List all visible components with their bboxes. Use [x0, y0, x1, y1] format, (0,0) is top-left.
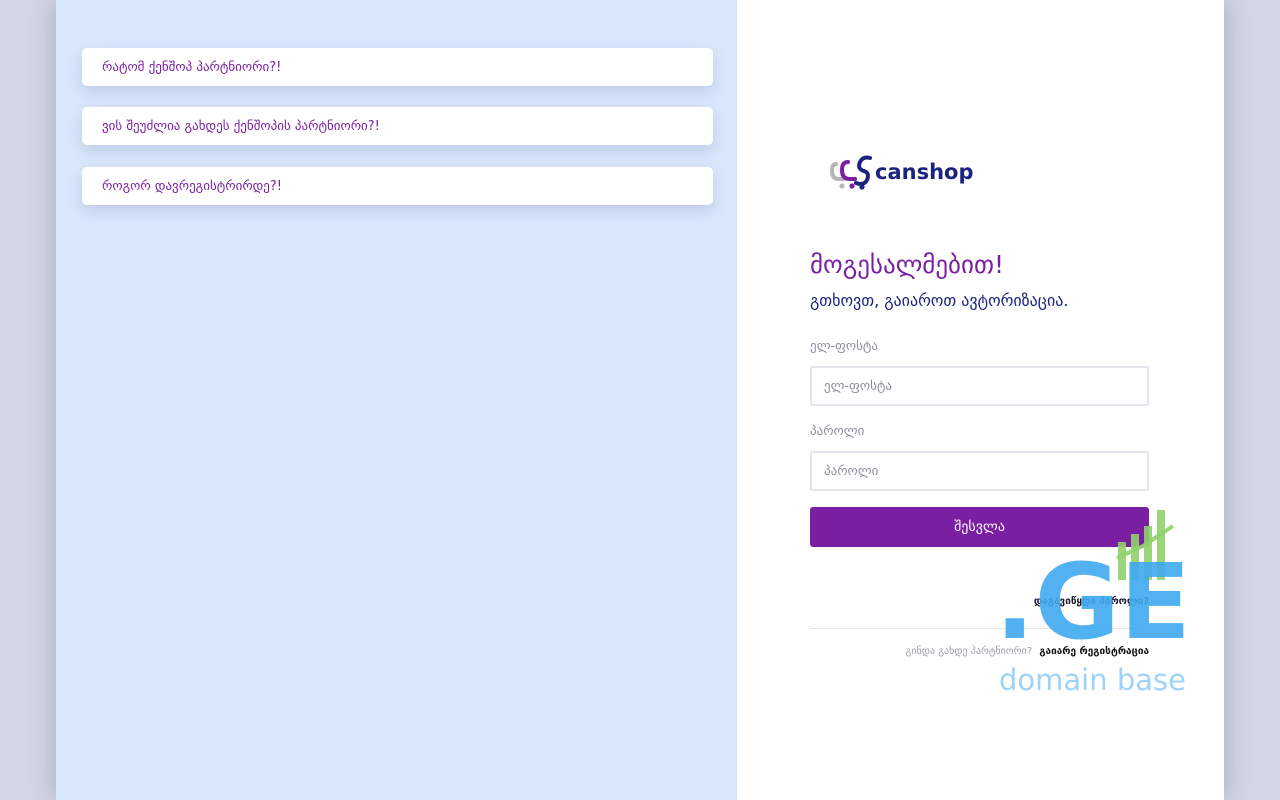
faq-panel: რატომ ქენშოპ პარტნიორი?! ვის შეუძლია გახ…	[56, 0, 737, 800]
register-link[interactable]: გაიარე რეგისტრაცია	[1039, 646, 1149, 657]
logo-wordmark: canshop	[875, 160, 973, 184]
faq-item-why-partner[interactable]: რატომ ქენშოპ პარტნიორი?!	[82, 48, 713, 86]
partner-register-line: გინდა გახდე პარტნიორი? გაიარე რეგისტრაცი…	[810, 646, 1149, 657]
watermark-bar-1	[1118, 542, 1126, 580]
partner-question: გინდა გახდე პარტნიორი?	[905, 646, 1033, 657]
password-label: პაროლი	[810, 424, 865, 439]
welcome-heading: მოგესალმებით!	[810, 250, 1004, 279]
password-field[interactable]	[810, 451, 1149, 491]
faq-item-label: რატომ ქენშოპ პარტნიორი?!	[102, 59, 282, 75]
faq-item-label: როგორ დავრეგისტრირდე?!	[102, 178, 283, 194]
faq-item-who-can-become-partner[interactable]: ვის შეუძლია გახდეს ქენშოპის პარტნიორი?!	[82, 107, 713, 145]
faq-item-how-to-register[interactable]: როგორ დავრეგისტრირდე?!	[82, 167, 713, 205]
email-label: ელ-ფოსტა	[810, 339, 878, 354]
login-panel: canshop მოგესალმებით! გთხოვთ, გაიაროთ ავ…	[737, 0, 1224, 800]
page-frame: რატომ ქენშოპ პარტნიორი?! ვის შეუძლია გახ…	[56, 0, 1224, 800]
login-button[interactable]: შესვლა	[810, 507, 1149, 547]
login-subtitle: გთხოვთ, გაიაროთ ავტორიზაცია.	[810, 291, 1069, 310]
divider	[810, 628, 1149, 629]
faq-item-label: ვის შეუძლია გახდეს ქენშოპის პარტნიორი?!	[102, 118, 380, 134]
forgot-password-link[interactable]: დაგავიწყდა პაროლი?	[810, 596, 1149, 607]
watermark-bar-4	[1157, 510, 1165, 580]
watermark-caption: domain base	[999, 663, 1186, 697]
email-field[interactable]	[810, 366, 1149, 406]
canshop-logo: canshop	[830, 155, 973, 190]
